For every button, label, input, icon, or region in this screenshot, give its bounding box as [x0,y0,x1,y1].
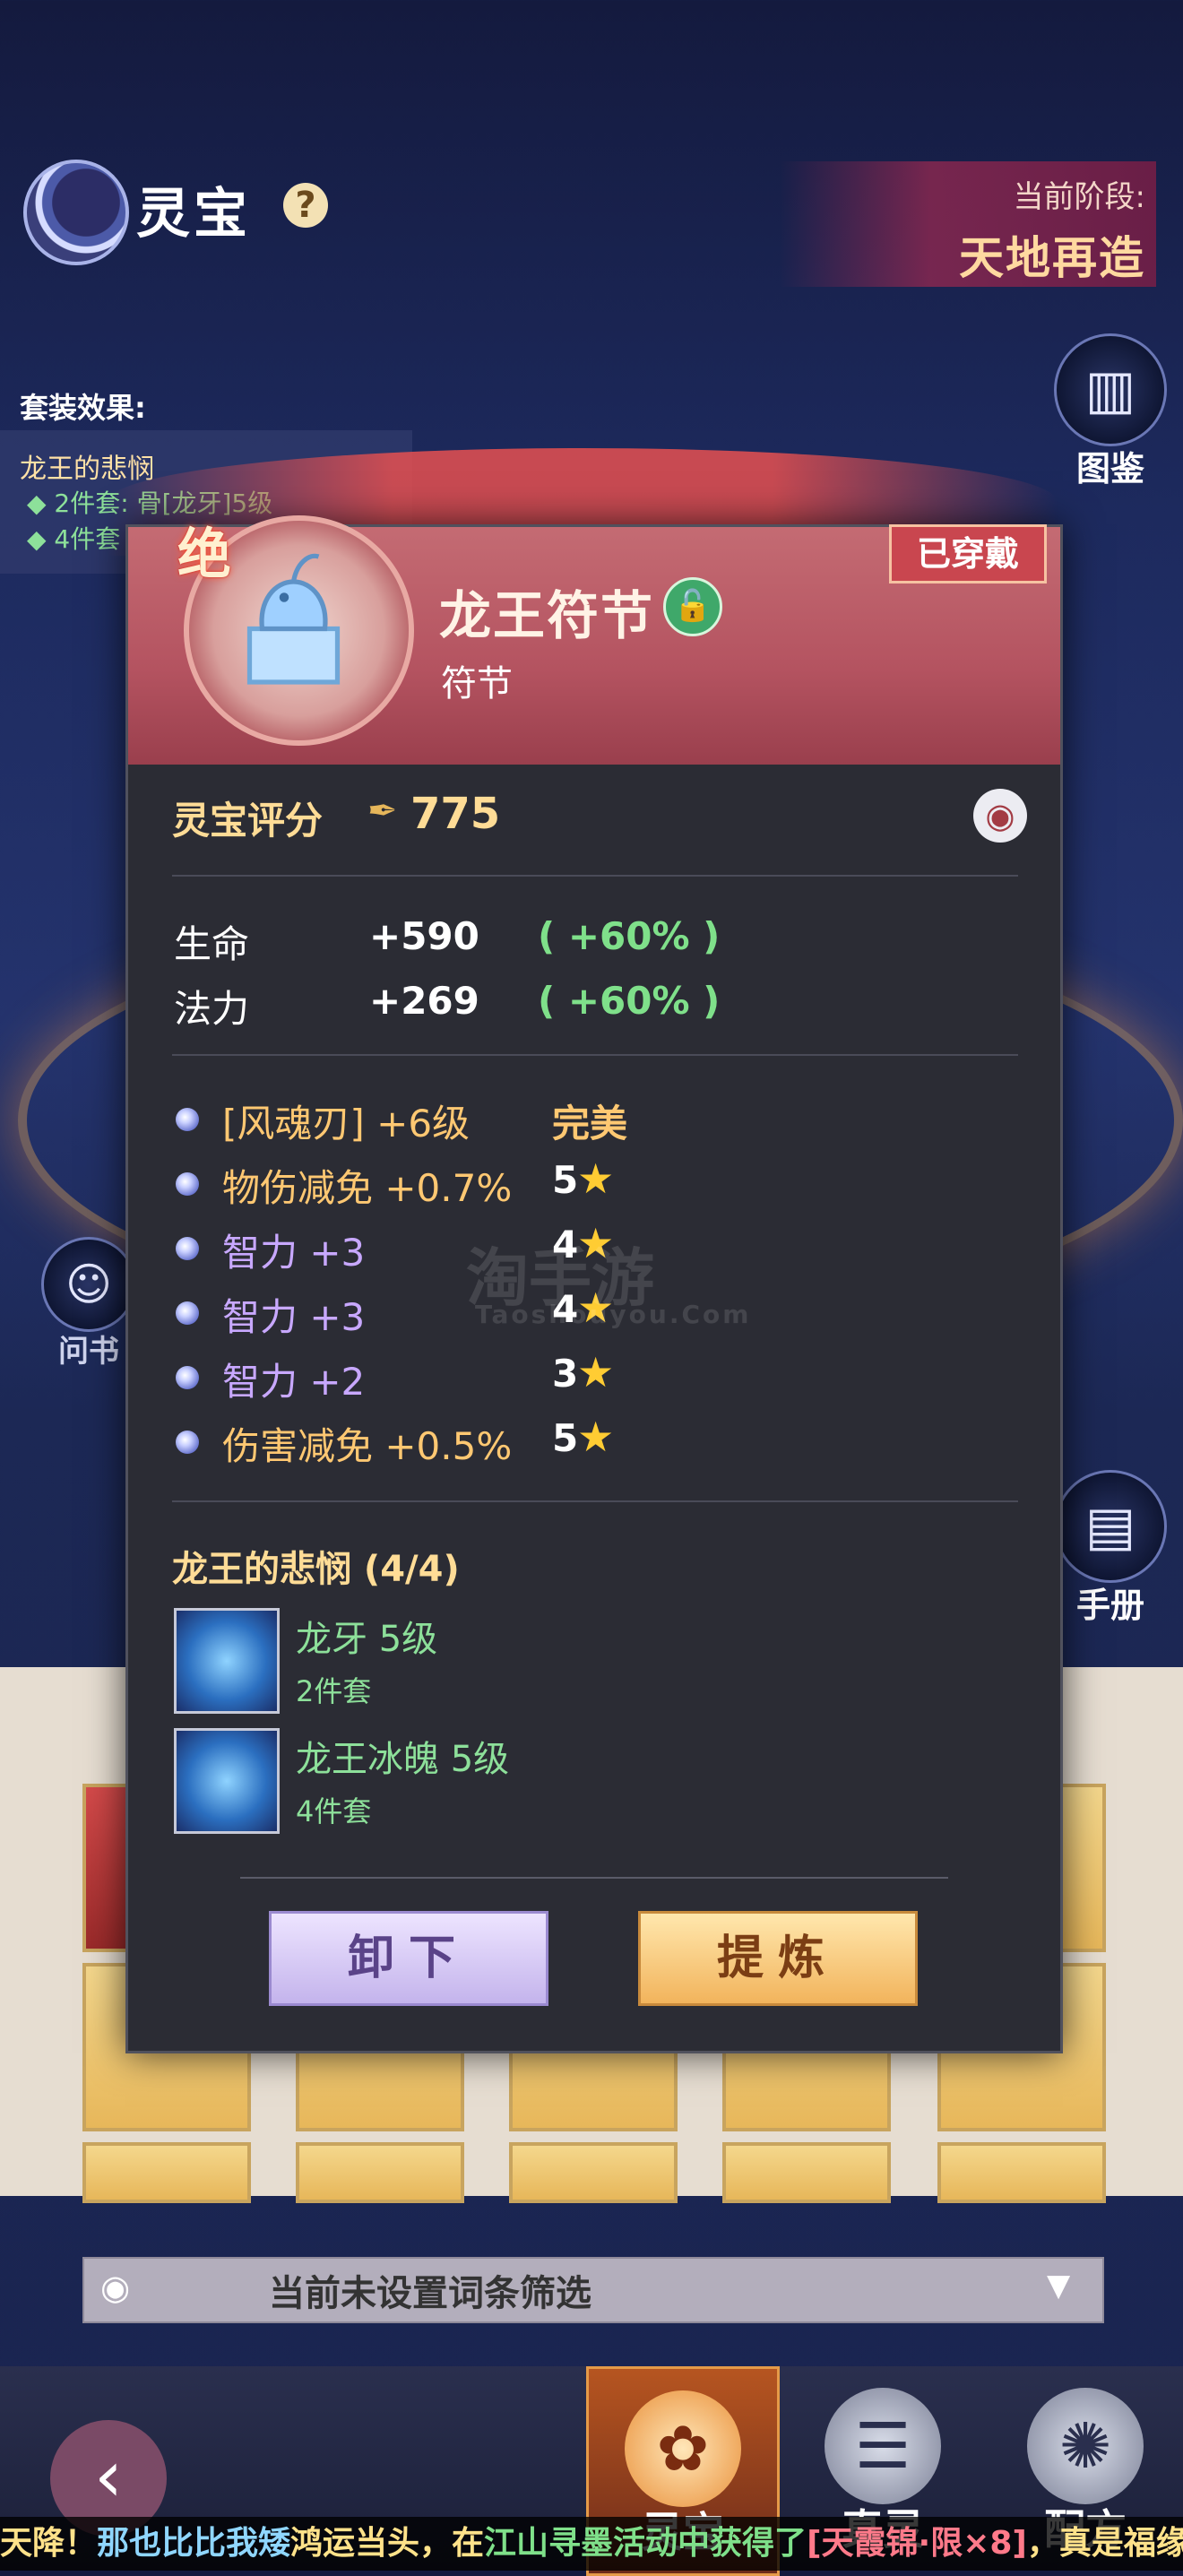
manual-label: 手册 [1075,1586,1144,1625]
item-type: 符节 [441,663,513,705]
set-piece-name: 龙牙 5级 [296,1619,438,1660]
stat-percent: ( +60% ) [538,979,721,1023]
dragon-fang-icon[interactable] [174,1608,280,1714]
rose-emblem-icon: ✿ [625,2390,741,2507]
set-effect-name: 龙王的悲悯 [20,454,154,485]
watermark-sub: Taoshouyou.Com [475,1300,752,1329]
help-button[interactable]: ? [283,183,328,228]
score-value: 775 [410,789,501,839]
affix-text: 智力 +2 [222,1360,366,1404]
stat-value: +269 [369,979,479,1023]
affix-text: 物伤减免 +0.7% [222,1166,513,1210]
marquee-text: 天降！ [0,2525,98,2562]
divider [172,1054,1018,1056]
set-piece-sub: 4件套 [296,1794,372,1828]
set-piece-sub: 2件套 [296,1674,372,1708]
set-piece-name: 龙王冰魄 5级 [296,1739,510,1780]
swirl-icon: ✺ [1027,2388,1144,2504]
star-icon: ★ [577,1154,615,1203]
equipped-badge: 已穿戴 [889,524,1047,583]
divider [240,1877,948,1879]
marquee-text: 鸿运当头，在 [290,2525,485,2562]
marquee-player: 那也比比我矮 [97,2525,291,2562]
refine-button[interactable]: 提炼 [638,1911,918,2006]
set-effect-line-2: ◆ 4件套 [27,524,121,554]
item-slot[interactable] [82,2142,251,2203]
affix-text: 智力 +3 [222,1295,366,1339]
stat-name: 生命 [174,922,250,966]
stage-label: 当前阶段: [1013,179,1145,215]
affix-grade: 5 [552,1158,579,1202]
set-title: 龙王的悲悯 (4/4) [172,1549,460,1590]
affix-text: [风魂刃] +6级 [222,1102,471,1145]
lingbao-emblem-icon [23,160,129,265]
preview-eye-button[interactable]: ◉ [973,789,1027,843]
stat-name: 法力 [174,987,250,1031]
unequip-button[interactable]: 卸下 [269,1911,548,2006]
item-slot[interactable] [722,2142,891,2203]
marquee-event: 江山寻墨活动中获得了 [484,2525,807,2562]
quill-icon: ✒ [367,791,398,832]
filter-text: 当前未设置词条筛选 [269,2273,592,2314]
divider [172,875,1018,877]
left-npc-label: 问书 [58,1334,119,1370]
stat-value: +590 [369,914,479,958]
stat-percent: ( +60% ) [538,914,721,958]
affix-text: 伤害减免 +0.5% [222,1424,513,1468]
page-title: 灵宝 [136,183,251,246]
grade-badge: 绝 [177,523,231,586]
score-label: 灵宝评分 [172,799,324,843]
marquee-reward: [天霞锦·限×8] [807,2525,1027,2562]
item-name: 龙王符节 [439,585,655,646]
eye-icon: ◉ [100,2268,131,2307]
chevron-down-icon: ▼ [1047,2268,1071,2304]
affix-bullet-icon [176,1108,199,1131]
affix-bullet-icon [176,1237,199,1260]
stage-value: 天地再造 [959,232,1145,284]
dragon-seal-icon [246,553,341,685]
left-npc-button[interactable]: ☺ 问书 [39,1237,138,1370]
divider [172,1500,1018,1502]
book-icon: ▥ [1054,333,1167,446]
affix-text: 智力 +3 [222,1231,366,1275]
item-slot[interactable] [509,2142,678,2203]
broadcast-marquee: 天降！那也比比我矮鸿运当头，在江山寻墨活动中获得了[天霞锦·限×8]，真是福缘不 [0,2517,1183,2571]
star-icon: ★ [577,1348,615,1396]
affix-grade: 完美 [552,1102,628,1145]
affix-grade: 5 [552,1416,579,1460]
manual-button[interactable]: ▤ 手册 [1052,1470,1169,1627]
affix-bullet-icon [176,1172,199,1196]
affix-grade: 3 [552,1352,579,1396]
atlas-label: 图鉴 [1075,449,1144,488]
affix-bullet-icon [176,1301,199,1325]
affix-filter-dropdown[interactable] [82,2257,1104,2323]
scroll-icon: ☰ [825,2388,941,2504]
manual-book-icon: ▤ [1054,1470,1167,1583]
marquee-text: ，真是福缘不 [1026,2525,1183,2562]
star-icon: ★ [577,1413,615,1461]
item-slot[interactable] [937,2142,1106,2203]
unlock-icon[interactable]: 🔓 [663,577,722,636]
affix-bullet-icon [176,1431,199,1454]
character-avatar-icon: ☺ [41,1237,136,1332]
set-effect-title: 套装效果: [20,391,146,425]
item-slot[interactable] [296,2142,464,2203]
atlas-button[interactable]: ▥ 图鉴 [1052,333,1169,490]
ice-soul-icon[interactable] [174,1728,280,1834]
affix-bullet-icon [176,1366,199,1389]
